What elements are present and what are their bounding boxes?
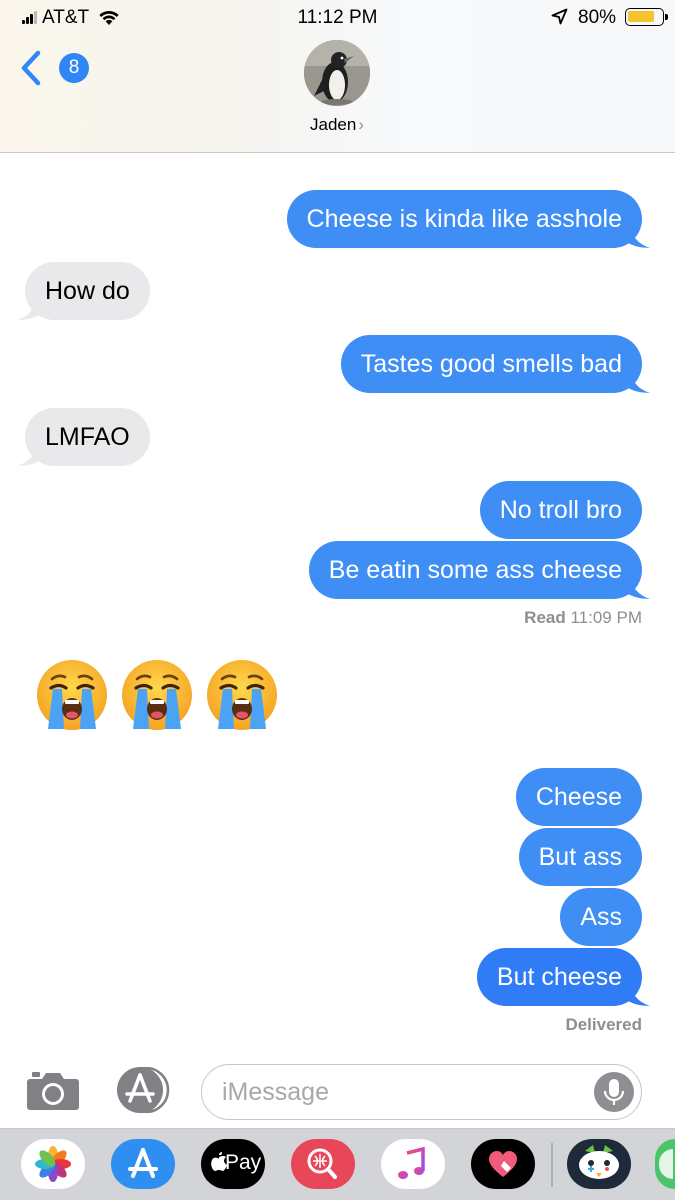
web-search-icon	[307, 1148, 337, 1179]
bubble-tail	[628, 577, 650, 599]
message-text: But ass	[538, 843, 622, 871]
unread-count-badge: 8	[59, 53, 89, 83]
digital-touch-app-button[interactable]	[471, 1139, 535, 1189]
sent-message[interactable]: But cheese	[476, 948, 650, 1006]
app-drawer: Pay	[0, 1128, 675, 1200]
message-input[interactable]	[222, 1073, 582, 1111]
location-arrow-icon	[551, 8, 568, 25]
message-text: Be eatin some ass cheese	[328, 556, 622, 584]
microphone-icon	[603, 1079, 625, 1105]
message-text: No troll bro	[499, 496, 622, 524]
apple-pay-app-button[interactable]: Pay	[201, 1139, 265, 1189]
camera-icon[interactable]	[26, 1069, 80, 1111]
message-text: Tastes good smells bad	[360, 350, 622, 378]
more-app-button[interactable]	[655, 1139, 675, 1189]
bubble-tail	[628, 371, 650, 393]
read-time: 11:09 PM	[570, 608, 642, 627]
contact-name: Jaden ›	[287, 115, 387, 135]
conversation-header: AT&T 11:12 PM 80% 8 Jaden ›	[0, 0, 675, 153]
sent-message[interactable]: Cheese is kinda like asshole	[286, 190, 650, 248]
message-text: How do	[45, 277, 130, 305]
loudly-crying-face-icon	[37, 660, 107, 730]
chevron-left-icon	[21, 50, 41, 86]
bubble-tail	[17, 444, 39, 466]
received-message[interactable]: LMFAO	[17, 408, 150, 466]
more-app-icon	[659, 1149, 673, 1179]
web-search-app-button[interactable]	[291, 1139, 355, 1189]
loudly-crying-face-icon	[207, 660, 277, 730]
message-text: But cheese	[496, 963, 622, 991]
message-text: LMFAO	[45, 423, 130, 451]
contact-name-label: Jaden	[310, 115, 357, 134]
sent-message[interactable]: Be eatin some ass cheese	[308, 541, 650, 599]
music-icon	[398, 1146, 425, 1179]
delivered-receipt: Delivered	[565, 1015, 642, 1034]
sent-message[interactable]: Tastes good smells bad	[340, 335, 650, 393]
status-bar: AT&T 11:12 PM 80%	[0, 0, 675, 36]
battery-level	[628, 11, 654, 22]
app-store-icon	[128, 1148, 158, 1178]
digital-touch-icon	[489, 1151, 517, 1177]
clock: 11:12 PM	[297, 7, 378, 28]
game-icon	[579, 1145, 619, 1179]
avatar	[304, 40, 370, 106]
drawer-divider	[551, 1143, 553, 1187]
message-input-field[interactable]	[201, 1064, 642, 1120]
microphone-button[interactable]	[594, 1072, 634, 1112]
battery-icon	[625, 8, 668, 26]
received-message[interactable]: How do	[17, 262, 150, 320]
music-app-button[interactable]	[381, 1139, 445, 1189]
apple-pay-label: Pay	[225, 1151, 262, 1174]
bubble-tail	[628, 226, 650, 248]
back-button[interactable]: 8	[16, 48, 89, 88]
contact-info-button[interactable]: Jaden ›	[287, 38, 387, 138]
chevron-right-icon: ›	[358, 115, 364, 134]
bubble-tail	[17, 298, 39, 320]
photos-app-button[interactable]	[21, 1139, 85, 1189]
game-app-button[interactable]	[567, 1139, 631, 1189]
loudly-crying-face-icon	[122, 660, 192, 730]
app-store-app-button[interactable]	[111, 1139, 175, 1189]
message-text: Ass	[580, 903, 622, 931]
read-receipt: Read 11:09 PM	[524, 608, 642, 628]
read-label: Read	[524, 608, 566, 627]
message-text: Cheese is kinda like asshole	[306, 205, 622, 233]
app-store-icon[interactable]	[114, 1067, 172, 1113]
battery-percentage: 80%	[578, 7, 617, 28]
sent-message[interactable]: Cheese	[515, 768, 642, 826]
sent-message[interactable]: No troll bro	[479, 481, 642, 539]
sent-message[interactable]: But ass	[518, 828, 642, 886]
sent-message[interactable]: Ass	[560, 888, 642, 946]
photos-icon	[35, 1146, 71, 1182]
bubble-tail	[628, 984, 650, 1006]
penguin-photo	[304, 40, 370, 106]
message-text: Cheese	[535, 783, 622, 811]
